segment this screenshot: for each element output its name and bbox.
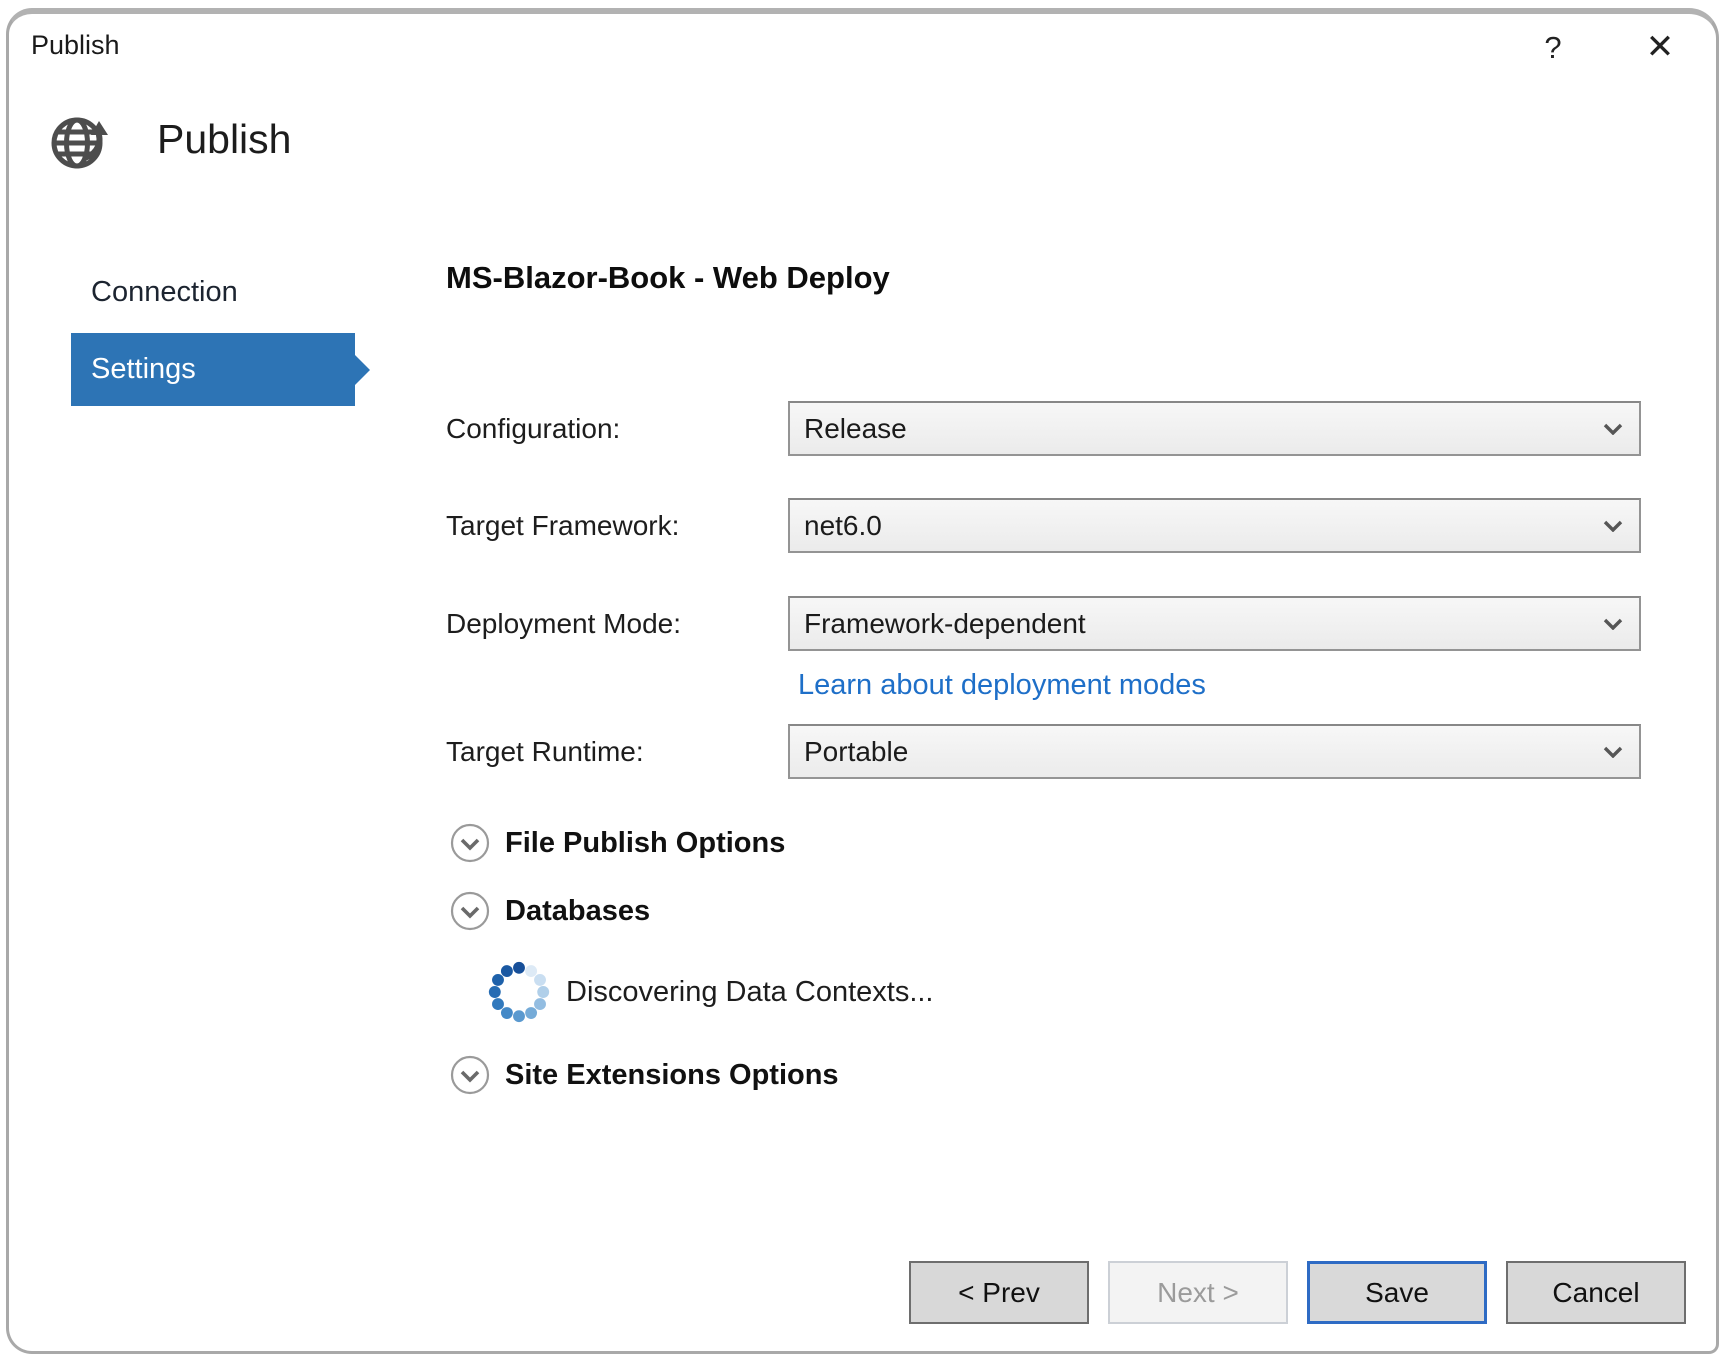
site-extensions-options-label: Site Extensions Options <box>505 1059 839 1092</box>
configuration-row: Configuration: Release <box>446 401 1641 456</box>
help-button[interactable]: ? <box>1531 26 1575 70</box>
target-runtime-label: Target Runtime: <box>446 736 788 768</box>
publish-globe-icon <box>47 108 113 174</box>
target-framework-value: net6.0 <box>804 510 882 542</box>
chevron-down-icon <box>1603 618 1623 630</box>
prev-button[interactable]: < Prev <box>909 1261 1089 1324</box>
loading-status-text: Discovering Data Contexts... <box>566 976 933 1009</box>
chevron-down-icon <box>1603 423 1623 435</box>
configuration-value: Release <box>804 413 907 445</box>
target-runtime-row: Target Runtime: Portable <box>446 724 1641 779</box>
deployment-mode-row: Deployment Mode: Framework-dependent <box>446 596 1641 651</box>
sidebar-item-settings-label: Settings <box>91 353 196 386</box>
loading-spinner-icon <box>486 959 552 1025</box>
databases-label: Databases <box>505 895 650 928</box>
target-runtime-value: Portable <box>804 736 908 768</box>
save-button[interactable]: Save <box>1307 1261 1487 1324</box>
cancel-button[interactable]: Cancel <box>1506 1261 1686 1324</box>
expander-chevron-icon <box>450 1055 490 1095</box>
deployment-modes-link[interactable]: Learn about deployment modes <box>798 669 1206 702</box>
target-framework-label: Target Framework: <box>446 510 788 542</box>
file-publish-options-label: File Publish Options <box>505 827 785 860</box>
target-framework-select[interactable]: net6.0 <box>788 498 1641 553</box>
close-button[interactable]: ✕ <box>1635 22 1685 72</box>
chevron-down-icon <box>1603 746 1623 758</box>
sidebar-item-settings[interactable]: Settings <box>71 333 355 406</box>
configuration-label: Configuration: <box>446 413 788 445</box>
expander-chevron-icon <box>450 891 490 931</box>
publish-dialog: Publish ? ✕ Publish Connection Settings … <box>6 8 1719 1354</box>
profile-heading: MS-Blazor-Book - Web Deploy <box>446 260 890 296</box>
target-framework-row: Target Framework: net6.0 <box>446 498 1641 553</box>
site-extensions-options-expander[interactable]: Site Extensions Options <box>450 1055 839 1095</box>
deployment-mode-value: Framework-dependent <box>804 608 1086 640</box>
deployment-mode-select[interactable]: Framework-dependent <box>788 596 1641 651</box>
window-title: Publish <box>31 30 120 61</box>
target-runtime-select[interactable]: Portable <box>788 724 1641 779</box>
expander-chevron-icon <box>450 823 490 863</box>
deployment-mode-label: Deployment Mode: <box>446 608 788 640</box>
sidebar-item-connection[interactable]: Connection <box>91 276 238 309</box>
data-contexts-loading: Discovering Data Contexts... <box>486 959 933 1025</box>
chevron-down-icon <box>1603 520 1623 532</box>
file-publish-options-expander[interactable]: File Publish Options <box>450 823 785 863</box>
databases-expander[interactable]: Databases <box>450 891 650 931</box>
configuration-select[interactable]: Release <box>788 401 1641 456</box>
next-button[interactable]: Next > <box>1108 1261 1288 1324</box>
page-title: Publish <box>157 116 291 163</box>
